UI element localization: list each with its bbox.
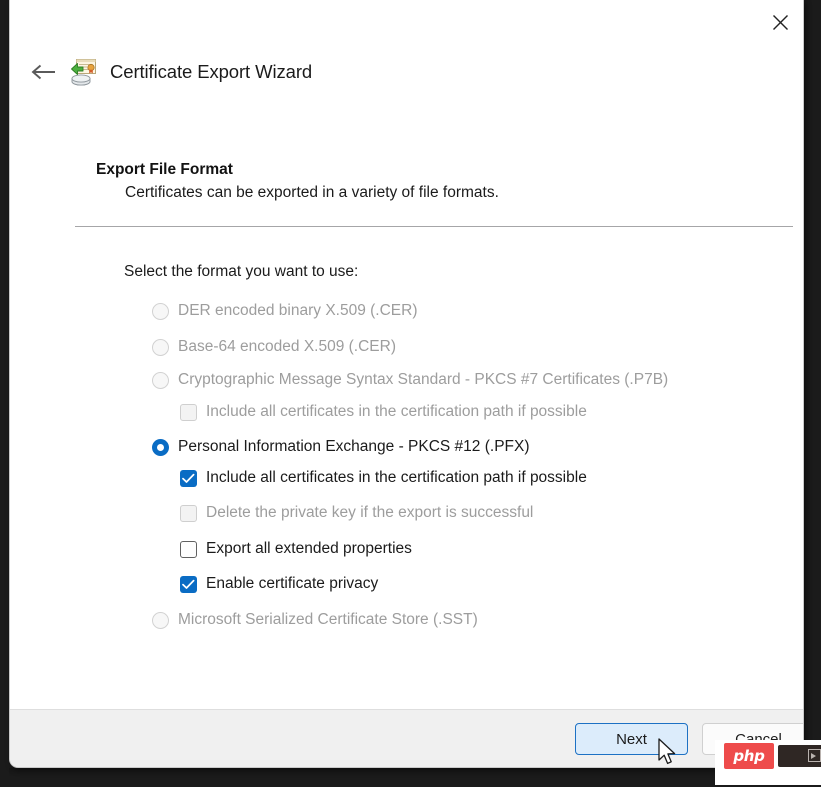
option-row: Cryptographic Message Syntax Standard - … — [152, 370, 668, 390]
titlebar — [10, 0, 803, 44]
wizard-header: Certificate Export Wizard — [10, 52, 803, 92]
checkbox — [180, 403, 197, 421]
option-label: Personal Information Exchange - PKCS #12… — [178, 438, 530, 455]
radio-button[interactable] — [152, 438, 169, 456]
php-overlay-bar — [778, 745, 821, 767]
option-row: Include all certificates in the certific… — [180, 402, 587, 422]
window-shadow-bottom — [9, 768, 809, 777]
window-title: Certificate Export Wizard — [110, 61, 313, 82]
option-row[interactable]: Export all extended properties — [180, 539, 412, 559]
page-subtitle: Certificates can be exported in a variet… — [125, 184, 499, 201]
option-label: Cryptographic Message Syntax Standard - … — [178, 371, 669, 388]
close-button[interactable] — [757, 0, 803, 44]
php-watermark-overlay: php — [715, 740, 821, 785]
option-row[interactable]: Include all certificates in the certific… — [180, 468, 587, 488]
footer-bar: Next Cancel — [10, 709, 803, 767]
next-button-label: Next — [616, 730, 647, 748]
checkbox[interactable] — [180, 575, 197, 593]
page-heading-block: Export File Format Certificates can be e… — [96, 160, 756, 204]
checkbox[interactable] — [180, 469, 197, 487]
certificate-export-wizard-window: Certificate Export Wizard Export File Fo… — [9, 0, 804, 768]
option-label: Microsoft Serialized Certificate Store (… — [178, 611, 478, 628]
back-arrow-icon — [31, 64, 55, 80]
php-logo-badge: php — [724, 743, 774, 769]
header-divider — [75, 226, 793, 227]
option-label: Base-64 encoded X.509 (.CER) — [178, 338, 396, 355]
form-prompt: Select the format you want to use: — [124, 263, 359, 280]
option-row: Delete the private key if the export is … — [180, 503, 533, 523]
option-row[interactable]: Personal Information Exchange - PKCS #12… — [152, 437, 530, 457]
option-row[interactable]: Enable certificate privacy — [180, 574, 378, 594]
check-icon — [182, 473, 195, 483]
option-label: Include all certificates in the certific… — [206, 469, 587, 486]
play-button-icon — [808, 749, 821, 762]
option-row: Base-64 encoded X.509 (.CER) — [152, 337, 396, 357]
window-shadow-right — [804, 0, 813, 775]
back-button[interactable] — [21, 54, 65, 90]
next-button[interactable]: Next — [575, 723, 688, 755]
certificate-export-icon — [68, 57, 98, 87]
option-row: DER encoded binary X.509 (.CER) — [152, 301, 418, 321]
option-label: Enable certificate privacy — [206, 575, 379, 592]
page-title: Export File Format — [96, 161, 233, 178]
option-label: Delete the private key if the export is … — [206, 504, 534, 521]
option-label: Include all certificates in the certific… — [206, 403, 587, 420]
option-label: DER encoded binary X.509 (.CER) — [178, 302, 418, 319]
checkbox[interactable] — [180, 540, 197, 558]
php-badge-label: php — [733, 747, 765, 765]
radio-button — [152, 611, 169, 629]
checkbox — [180, 504, 197, 522]
radio-button — [152, 302, 169, 320]
check-icon — [182, 579, 195, 589]
option-row: Microsoft Serialized Certificate Store (… — [152, 610, 478, 630]
option-label: Export all extended properties — [206, 540, 412, 557]
radio-button — [152, 338, 169, 356]
radio-button — [152, 371, 169, 389]
close-icon — [772, 14, 788, 30]
